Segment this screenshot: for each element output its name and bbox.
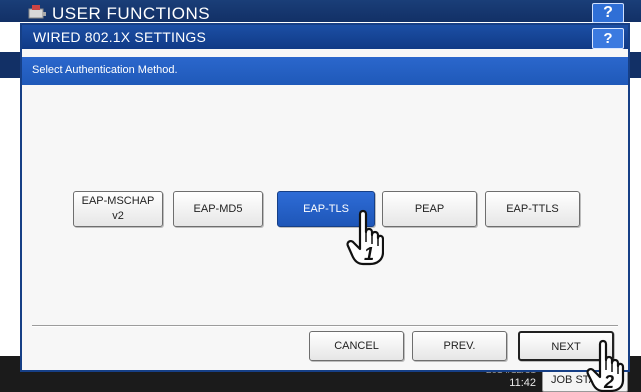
prev-button[interactable]: PREV. <box>412 331 507 361</box>
dialog-help-button[interactable]: ? <box>592 28 624 49</box>
background-header: USER FUNCTIONS ? <box>0 0 641 23</box>
eap-ttls-button[interactable]: EAP-TTLS <box>485 191 580 227</box>
background-title: USER FUNCTIONS <box>52 4 211 23</box>
dialog-title-bar: WIRED 802.1X SETTINGS ? <box>22 25 628 49</box>
eap-mschap-v2-label-line2: v2 <box>112 210 124 222</box>
user-functions-icon <box>28 5 46 19</box>
step-2-number: 2 <box>603 372 614 392</box>
instruction-text: Select Authentication Method. <box>32 64 178 76</box>
background-help-button[interactable]: ? <box>592 3 624 23</box>
instruction-bar: Select Authentication Method. <box>22 57 628 85</box>
eap-mschap-v2-button[interactable]: EAP-MSCHAP v2 <box>73 191 163 227</box>
eap-mschap-v2-label-line1: EAP-MSCHAP <box>81 195 155 207</box>
dialog-title: WIRED 802.1X SETTINGS <box>33 29 207 45</box>
cancel-button[interactable]: CANCEL <box>309 331 404 361</box>
footer-divider <box>32 325 618 327</box>
eap-md5-button[interactable]: EAP-MD5 <box>173 191 263 227</box>
tap-hand-step-2-icon: 2 <box>586 339 625 392</box>
wired-8021x-dialog: WIRED 802.1X SETTINGS ? Select Authentic… <box>20 23 630 372</box>
tap-hand-step-1-icon: 1 <box>346 209 384 266</box>
clock-time: 11:42 <box>509 377 536 389</box>
step-1-number: 1 <box>364 244 374 264</box>
peap-button[interactable]: PEAP <box>382 191 477 227</box>
